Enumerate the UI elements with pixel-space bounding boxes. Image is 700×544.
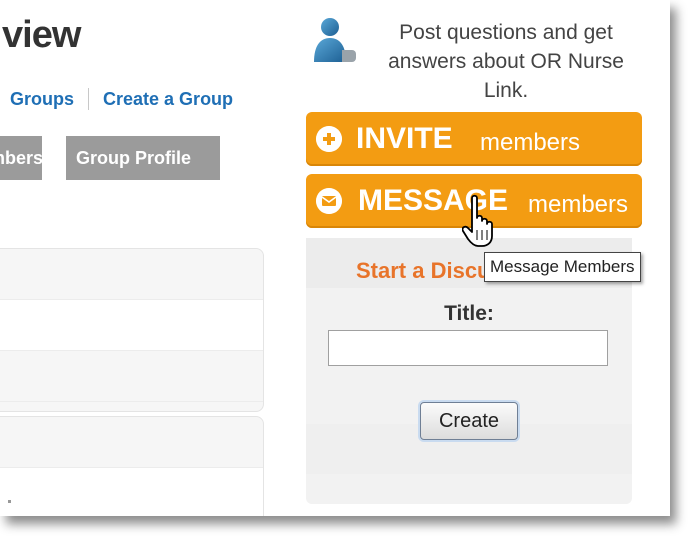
panel-row	[0, 300, 263, 351]
tab-group-profile[interactable]: Group Profile	[66, 136, 220, 180]
tab-members[interactable]: Members	[0, 136, 42, 180]
hand-pointer-cursor-icon	[462, 194, 493, 247]
screenshot-frame: view Groups Create a Group Members Group …	[0, 0, 670, 516]
discussion-title-input[interactable]	[328, 330, 608, 366]
page-title: view	[2, 14, 81, 56]
group-links: Groups Create a Group	[10, 88, 233, 110]
envelope-circle-icon	[316, 188, 342, 214]
invite-label: INVITE	[356, 122, 453, 155]
create-discussion-button[interactable]: Create	[420, 402, 518, 440]
content-panel	[0, 248, 264, 412]
bullet-mark	[8, 500, 11, 503]
invite-members-label: members	[480, 129, 581, 156]
create-group-link[interactable]: Create a Group	[103, 89, 233, 109]
user-help-icon	[314, 18, 356, 62]
plus-circle-icon	[316, 126, 342, 152]
panel-row	[0, 468, 263, 516]
link-divider	[88, 88, 90, 110]
panel-row	[0, 351, 263, 402]
message-members-label: members	[528, 191, 629, 218]
help-text: Post questions and get answers about OR …	[388, 21, 624, 102]
title-label: Title:	[444, 302, 494, 325]
panel-row	[0, 249, 263, 300]
message-members-tooltip: Message Members	[484, 252, 641, 282]
invite-members-button[interactable]: INVITE members	[306, 112, 642, 166]
groups-link[interactable]: Groups	[10, 89, 74, 109]
content-panel	[0, 416, 264, 516]
panel-row	[0, 417, 263, 468]
